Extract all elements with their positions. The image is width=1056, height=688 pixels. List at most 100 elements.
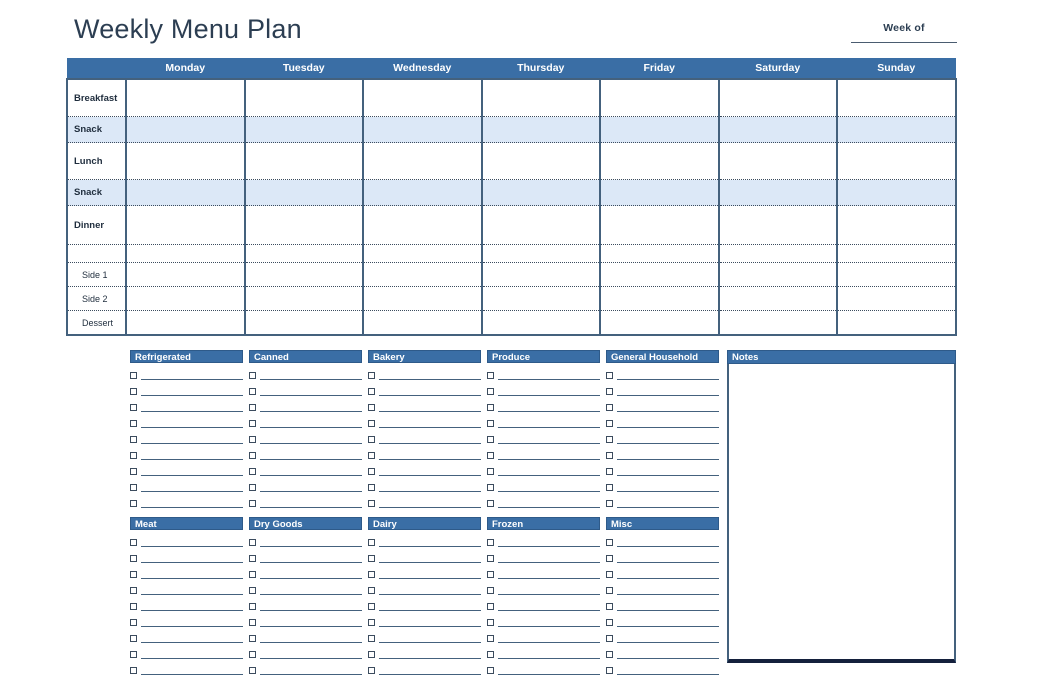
shopping-item-input[interactable] (498, 507, 600, 508)
shopping-item-input[interactable] (617, 546, 719, 547)
meal-cell-lunch-thursday[interactable] (480, 142, 601, 180)
checkbox-icon[interactable] (606, 587, 613, 594)
shopping-item-input[interactable] (379, 578, 481, 579)
meal-cell-dessert-sunday[interactable] (836, 310, 957, 336)
shopping-item-input[interactable] (617, 642, 719, 643)
shopping-item-input[interactable] (498, 443, 600, 444)
checkbox-icon[interactable] (487, 539, 494, 546)
shopping-item-input[interactable] (617, 395, 719, 396)
week-of-input-rule[interactable] (851, 42, 957, 43)
shopping-item-input[interactable] (141, 443, 243, 444)
meal-cell-dessert-saturday[interactable] (717, 310, 838, 336)
shopping-item-input[interactable] (260, 379, 362, 380)
meal-cell-snack2-wednesday[interactable] (362, 179, 483, 206)
shopping-item-input[interactable] (617, 674, 719, 675)
checkbox-icon[interactable] (487, 635, 494, 642)
checkbox-icon[interactable] (368, 500, 375, 507)
meal-cell-snack2-sunday[interactable] (836, 179, 957, 206)
checkbox-icon[interactable] (487, 404, 494, 411)
shopping-item-input[interactable] (141, 578, 243, 579)
shopping-item-input[interactable] (379, 507, 481, 508)
checkbox-icon[interactable] (487, 500, 494, 507)
shopping-item-input[interactable] (379, 610, 481, 611)
shopping-item-input[interactable] (379, 459, 481, 460)
shopping-item-input[interactable] (260, 674, 362, 675)
meal-cell-breakfast-friday[interactable] (599, 78, 720, 117)
shopping-item-input[interactable] (141, 459, 243, 460)
checkbox-icon[interactable] (249, 388, 256, 395)
checkbox-icon[interactable] (249, 571, 256, 578)
checkbox-icon[interactable] (487, 587, 494, 594)
checkbox-icon[interactable] (249, 651, 256, 658)
checkbox-icon[interactable] (249, 539, 256, 546)
shopping-item-input[interactable] (260, 658, 362, 659)
checkbox-icon[interactable] (249, 635, 256, 642)
shopping-item-input[interactable] (141, 491, 243, 492)
meal-cell-lunch-saturday[interactable] (717, 142, 838, 180)
shopping-item-input[interactable] (617, 610, 719, 611)
checkbox-icon[interactable] (368, 388, 375, 395)
shopping-item-input[interactable] (617, 658, 719, 659)
meal-cell-breakfast-wednesday[interactable] (362, 78, 483, 117)
checkbox-icon[interactable] (487, 436, 494, 443)
shopping-item-input[interactable] (379, 427, 481, 428)
notes-textarea[interactable] (727, 364, 956, 663)
checkbox-icon[interactable] (130, 500, 137, 507)
meal-cell-breakfast-thursday[interactable] (480, 78, 601, 117)
checkbox-icon[interactable] (368, 651, 375, 658)
meal-cell-extra-tuesday[interactable] (243, 244, 364, 263)
shopping-item-input[interactable] (260, 491, 362, 492)
checkbox-icon[interactable] (606, 539, 613, 546)
checkbox-icon[interactable] (368, 539, 375, 546)
shopping-item-input[interactable] (379, 674, 481, 675)
meal-cell-side1-wednesday[interactable] (362, 262, 483, 287)
checkbox-icon[interactable] (130, 484, 137, 491)
shopping-item-input[interactable] (617, 427, 719, 428)
checkbox-icon[interactable] (487, 452, 494, 459)
checkbox-icon[interactable] (606, 420, 613, 427)
checkbox-icon[interactable] (606, 436, 613, 443)
meal-cell-side1-monday[interactable] (125, 262, 246, 287)
meal-cell-side1-saturday[interactable] (717, 262, 838, 287)
checkbox-icon[interactable] (368, 635, 375, 642)
shopping-item-input[interactable] (379, 546, 481, 547)
checkbox-icon[interactable] (130, 420, 137, 427)
checkbox-icon[interactable] (487, 372, 494, 379)
meal-cell-snack2-saturday[interactable] (717, 179, 838, 206)
shopping-item-input[interactable] (379, 491, 481, 492)
checkbox-icon[interactable] (130, 635, 137, 642)
meal-cell-snack1-wednesday[interactable] (362, 116, 483, 143)
checkbox-icon[interactable] (249, 555, 256, 562)
checkbox-icon[interactable] (606, 500, 613, 507)
meal-cell-dessert-wednesday[interactable] (362, 310, 483, 336)
meal-cell-side1-tuesday[interactable] (243, 262, 364, 287)
shopping-item-input[interactable] (379, 379, 481, 380)
shopping-item-input[interactable] (141, 610, 243, 611)
meal-cell-breakfast-monday[interactable] (125, 78, 246, 117)
shopping-item-input[interactable] (141, 594, 243, 595)
meal-cell-extra-sunday[interactable] (836, 244, 957, 263)
meal-cell-side2-friday[interactable] (599, 286, 720, 311)
shopping-item-input[interactable] (379, 395, 481, 396)
checkbox-icon[interactable] (368, 555, 375, 562)
checkbox-icon[interactable] (606, 388, 613, 395)
checkbox-icon[interactable] (606, 619, 613, 626)
checkbox-icon[interactable] (368, 420, 375, 427)
shopping-item-input[interactable] (498, 379, 600, 380)
meal-cell-side2-thursday[interactable] (480, 286, 601, 311)
shopping-item-input[interactable] (141, 475, 243, 476)
checkbox-icon[interactable] (130, 539, 137, 546)
meal-cell-lunch-monday[interactable] (125, 142, 246, 180)
checkbox-icon[interactable] (487, 651, 494, 658)
shopping-item-input[interactable] (260, 626, 362, 627)
shopping-item-input[interactable] (379, 626, 481, 627)
shopping-item-input[interactable] (141, 626, 243, 627)
shopping-item-input[interactable] (498, 562, 600, 563)
meal-cell-side1-friday[interactable] (599, 262, 720, 287)
checkbox-icon[interactable] (368, 619, 375, 626)
meal-cell-dessert-friday[interactable] (599, 310, 720, 336)
shopping-item-input[interactable] (617, 379, 719, 380)
checkbox-icon[interactable] (487, 603, 494, 610)
meal-cell-breakfast-tuesday[interactable] (243, 78, 364, 117)
checkbox-icon[interactable] (606, 452, 613, 459)
